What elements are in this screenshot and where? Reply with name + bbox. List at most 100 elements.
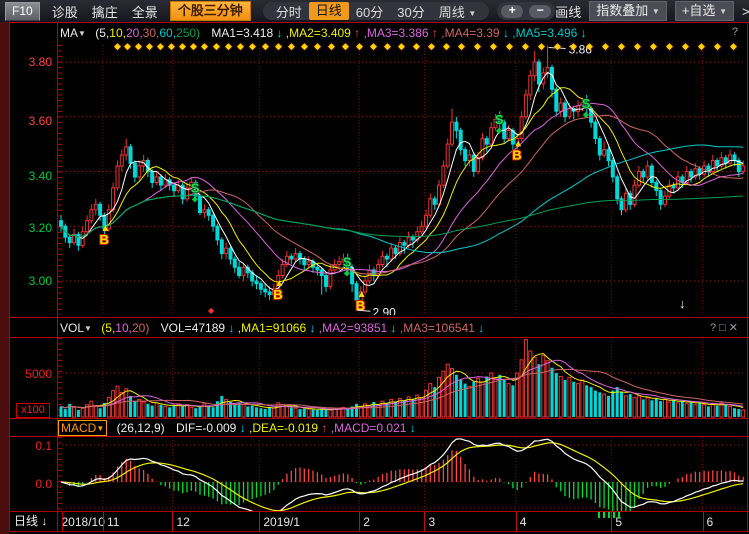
event-diamond-icon[interactable]: ◆	[114, 41, 121, 52]
event-diamond-icon[interactable]: ◆	[384, 41, 391, 52]
draw-line-button[interactable]: 画线	[555, 2, 581, 21]
event-diamond-icon[interactable]: ◆	[474, 41, 481, 52]
f10-button[interactable]: F10	[5, 2, 40, 21]
event-diamond-icon[interactable]: ◆	[698, 41, 705, 52]
ma-dropdown[interactable]: MA▼	[60, 26, 86, 40]
event-diamond-icon[interactable]: ◆	[458, 41, 465, 52]
event-diamond-icon[interactable]: ◆	[443, 41, 450, 52]
zoom-out-button[interactable]: −	[529, 5, 551, 18]
vol-param: (5,	[101, 321, 115, 335]
main-candlestick-chart[interactable]: ▲BS◆▲BS◆▲BS◆▲BS◆3.862.90↓◆	[58, 45, 746, 320]
event-diamond-icon[interactable]: ◆	[413, 41, 420, 52]
event-diamond-icon[interactable]: ◆	[342, 41, 349, 52]
event-diamond-icon[interactable]: ◆	[370, 41, 377, 52]
stock-3min-button[interactable]: 个股三分钟	[170, 1, 251, 21]
event-diamond-icon[interactable]: ◆	[262, 41, 269, 52]
event-diamond-icon[interactable]: ◆	[168, 41, 175, 52]
collapse-panel-icon[interactable]: >|	[742, 4, 749, 19]
period-tab-分时[interactable]: 分时	[269, 2, 309, 21]
event-diamond-icon[interactable]: ◆	[356, 41, 363, 52]
macd-indicator-header: MACD▼ (26,12,9) DIF=-0.009 ↓ ,DEA=-0.019…	[58, 421, 416, 435]
sell-diamond-icon: ◆	[344, 269, 351, 278]
main-pane-help-icon[interactable]: ?	[732, 26, 741, 38]
event-diamond-icon[interactable]: ◆	[618, 41, 625, 52]
vol-param: 10,	[115, 321, 132, 335]
event-diamond-icon[interactable]: ◆	[682, 41, 689, 52]
event-diamond-icon[interactable]: ◆	[157, 41, 164, 52]
volume-chart[interactable]	[58, 338, 746, 423]
vol-params: (5,10,20)	[101, 321, 149, 335]
maximize-icon[interactable]: □	[719, 322, 729, 334]
help-icon[interactable]: ?	[732, 26, 741, 38]
vol-pane-icons[interactable]: ?□✕	[710, 321, 741, 334]
event-diamond-icon[interactable]: ◆	[135, 41, 142, 52]
period-tab-周线[interactable]: 周线 ▼	[432, 2, 484, 21]
event-diamond-icon[interactable]: ◆	[213, 41, 220, 52]
trend-arrow-icon: ↓	[577, 26, 586, 40]
event-diamond-icon[interactable]: ◆	[288, 41, 295, 52]
close-icon[interactable]: ✕	[729, 322, 741, 334]
event-diamond-icon[interactable]: ◆	[730, 41, 737, 52]
chevron-down-icon: ▼	[719, 7, 727, 16]
macd-params: (26,12,9)	[117, 421, 165, 435]
macd-dropdown[interactable]: MACD▼	[58, 420, 107, 436]
event-diamond-icon[interactable]: ◆	[398, 41, 405, 52]
buy-signal-marker: B	[512, 147, 521, 162]
event-diamond-icon[interactable]: ◆	[714, 41, 721, 52]
tab-qinzhuang[interactable]: 擒庄	[90, 2, 120, 21]
help-icon[interactable]: ?	[710, 322, 719, 334]
event-diamond-icon[interactable]: ◆	[314, 41, 321, 52]
event-diamond-icon[interactable]: ◆	[490, 41, 497, 52]
period-tab-60分[interactable]: 60分	[349, 2, 390, 21]
event-diamond-icon[interactable]: ◆	[634, 41, 641, 52]
event-diamond-icon[interactable]: ◆	[249, 41, 256, 52]
chevron-down-icon: ▼	[652, 7, 660, 16]
ma-params: (5,10,20,30,60,250)	[95, 26, 200, 40]
event-diamond-icon[interactable]: ◆	[570, 41, 577, 52]
event-diamond-icon[interactable]: ◆	[506, 41, 513, 52]
event-diamond-icon[interactable]: ◆	[602, 41, 609, 52]
red-diamond-marker: ◆	[208, 306, 215, 315]
add-watchlist-dropdown[interactable]: +自选 ▼	[675, 1, 734, 21]
month-label: 2019/1	[263, 515, 300, 529]
event-diamond-icon[interactable]: ◆	[190, 41, 197, 52]
event-diamond-icon[interactable]: ◆	[538, 41, 545, 52]
event-diamond-icon[interactable]: ◆	[650, 41, 657, 52]
ma-param: 20,	[126, 26, 143, 40]
ma-value: ,MA5=3.496	[512, 26, 577, 40]
vol-value: VOL=47189	[161, 321, 225, 335]
index-overlay-dropdown[interactable]: 指数叠加 ▼	[589, 1, 667, 21]
event-diamond-icon[interactable]: ◆	[301, 41, 308, 52]
month-label: 3	[428, 515, 435, 529]
period-indicator[interactable]: 日线 ↓	[9, 512, 63, 531]
vol-dropdown[interactable]: VOL▼	[60, 321, 92, 335]
macd-chart[interactable]	[58, 437, 746, 516]
event-diamond-icon[interactable]: ◆	[522, 41, 529, 52]
event-diamond-icon[interactable]: ◆	[146, 41, 153, 52]
tab-diagnose-stock[interactable]: 诊股	[50, 2, 80, 21]
ma-param: 30,	[143, 26, 160, 40]
event-diamond-icon[interactable]: ◆	[237, 41, 244, 52]
trend-arrow-icon: ↑	[351, 26, 364, 40]
event-diamond-icon[interactable]: ◆	[328, 41, 335, 52]
month-label: 2	[363, 515, 370, 529]
zoom-in-button[interactable]: +	[501, 5, 523, 18]
trend-arrow-icon: ↓	[306, 321, 319, 335]
event-diamond-icon[interactable]: ◆	[554, 41, 561, 52]
ma-param: (5,	[95, 26, 109, 40]
event-diamond-icon[interactable]: ◆	[275, 41, 282, 52]
period-tab-30分[interactable]: 30分	[390, 2, 431, 21]
sell-signal-marker: S	[495, 112, 504, 127]
event-diamond-icon[interactable]: ◆	[225, 41, 232, 52]
event-diamond-icon[interactable]: ◆	[428, 41, 435, 52]
event-diamond-icon[interactable]: ◆	[124, 41, 131, 52]
event-diamond-icon[interactable]: ◆	[179, 41, 186, 52]
tab-panorama[interactable]: 全景	[130, 2, 160, 21]
arrow-down-icon: ↓	[41, 514, 47, 528]
event-diamond-icon[interactable]: ◆	[201, 41, 208, 52]
event-diamond-icon[interactable]: ◆	[586, 41, 593, 52]
ma-param: 60,	[159, 26, 176, 40]
chevron-down-icon: ▼	[84, 324, 92, 333]
period-tab-日线[interactable]: 日线	[309, 2, 349, 20]
event-diamond-icon[interactable]: ◆	[666, 41, 673, 52]
